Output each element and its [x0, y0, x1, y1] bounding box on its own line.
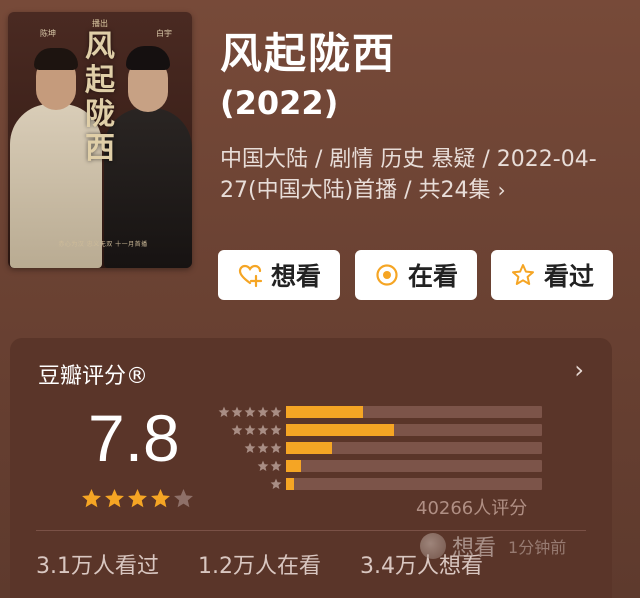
star-small-icon: [257, 424, 269, 436]
target-icon: [374, 262, 400, 288]
star-small-icon: [231, 406, 243, 418]
poster-cast-right: 白宇: [156, 29, 172, 38]
rating-bar-stars: [210, 424, 282, 436]
avatar: [420, 533, 446, 559]
rating-bar-row: [210, 441, 542, 455]
star-small-icon: [270, 442, 282, 454]
star-filled-icon: [104, 488, 125, 513]
star-small-icon: [270, 460, 282, 472]
rating-bar-fill: [286, 406, 363, 418]
rating-bar-fill: [286, 424, 394, 436]
star-filled-icon: [127, 488, 148, 513]
star-filled-icon: [150, 488, 171, 513]
heart-plus-icon: [237, 262, 263, 288]
star-small-icon: [257, 406, 269, 418]
poster-title-art: 风起陇西: [85, 29, 115, 166]
rating-bar-track: [286, 478, 542, 490]
release-year: (2022): [220, 84, 339, 122]
show-meta[interactable]: 中国大陆 / 剧情 历史 悬疑 / 2022-04-27(中国大陆)首播 / 共…: [220, 145, 630, 206]
poster-tag: 播出: [92, 19, 108, 28]
rating-bar-track: [286, 442, 542, 454]
rating-bar-fill: [286, 478, 294, 490]
watching-count[interactable]: 1.2万人在看: [198, 548, 321, 580]
rating-bar-row: [210, 459, 542, 473]
star-filled-icon: [81, 488, 102, 513]
poster-hair-left: [34, 48, 78, 70]
rater-count[interactable]: 40266人评分: [416, 494, 527, 520]
poster-cast-left: 陈坤: [40, 29, 56, 38]
poster-tagline: 赤心为汉 忠义无双 十一月首播: [58, 241, 148, 248]
chevron-right-icon: ›: [497, 178, 506, 202]
want-to-watch-label: 想看: [270, 262, 321, 291]
rating-bar-stars: [210, 460, 282, 472]
activity-toast: 想看 1分钟前: [420, 530, 566, 562]
rating-bar-stars: [210, 442, 282, 454]
star-outline-icon: [510, 262, 536, 288]
star-small-icon: [270, 424, 282, 436]
want-to-watch-button[interactable]: 想看: [218, 250, 340, 300]
watched-button[interactable]: 看过: [491, 250, 613, 300]
star-small-icon: [270, 406, 282, 418]
star-small-icon: [270, 478, 282, 490]
rating-bar-row: [210, 477, 542, 491]
rating-score: 7.8: [88, 401, 180, 475]
watched-label: 看过: [543, 262, 594, 291]
chevron-right-icon[interactable]: ›: [574, 356, 584, 384]
rating-bar-track: [286, 424, 542, 436]
star-small-icon: [257, 442, 269, 454]
star-small-icon: [218, 406, 230, 418]
rating-bar-fill: [286, 460, 301, 472]
activity-time: 1分钟前: [508, 538, 567, 557]
activity-action: 想看: [452, 536, 497, 561]
rating-bar-stars: [210, 406, 282, 418]
star-small-icon: [244, 442, 256, 454]
rating-bar-track: [286, 406, 542, 418]
watching-label: 在看: [407, 262, 458, 291]
poster-hair-right: [126, 46, 170, 70]
rating-stars: [81, 488, 194, 513]
poster-image[interactable]: 播出 陈坤 白宇 风起陇西 赤心为汉 忠义无双 十一月首播: [8, 12, 192, 268]
show-meta-text: 中国大陆 / 剧情 历史 悬疑 / 2022-04-27(中国大陆)首播 / 共…: [220, 147, 597, 203]
rating-bar-row: [210, 423, 542, 437]
watching-button[interactable]: 在看: [355, 250, 477, 300]
rating-bar-track: [286, 460, 542, 472]
page-title: 风起陇西: [220, 29, 397, 78]
star-small-icon: [257, 460, 269, 472]
watched-count[interactable]: 3.1万人看过: [36, 548, 159, 580]
star-empty-icon: [173, 488, 194, 513]
star-small-icon: [244, 424, 256, 436]
star-small-icon: [244, 406, 256, 418]
rating-bar-stars: [210, 478, 282, 490]
star-small-icon: [231, 424, 243, 436]
rating-bar-fill: [286, 442, 332, 454]
rating-bar-row: [210, 405, 542, 419]
rating-card-title: 豆瓣评分®: [38, 364, 149, 389]
